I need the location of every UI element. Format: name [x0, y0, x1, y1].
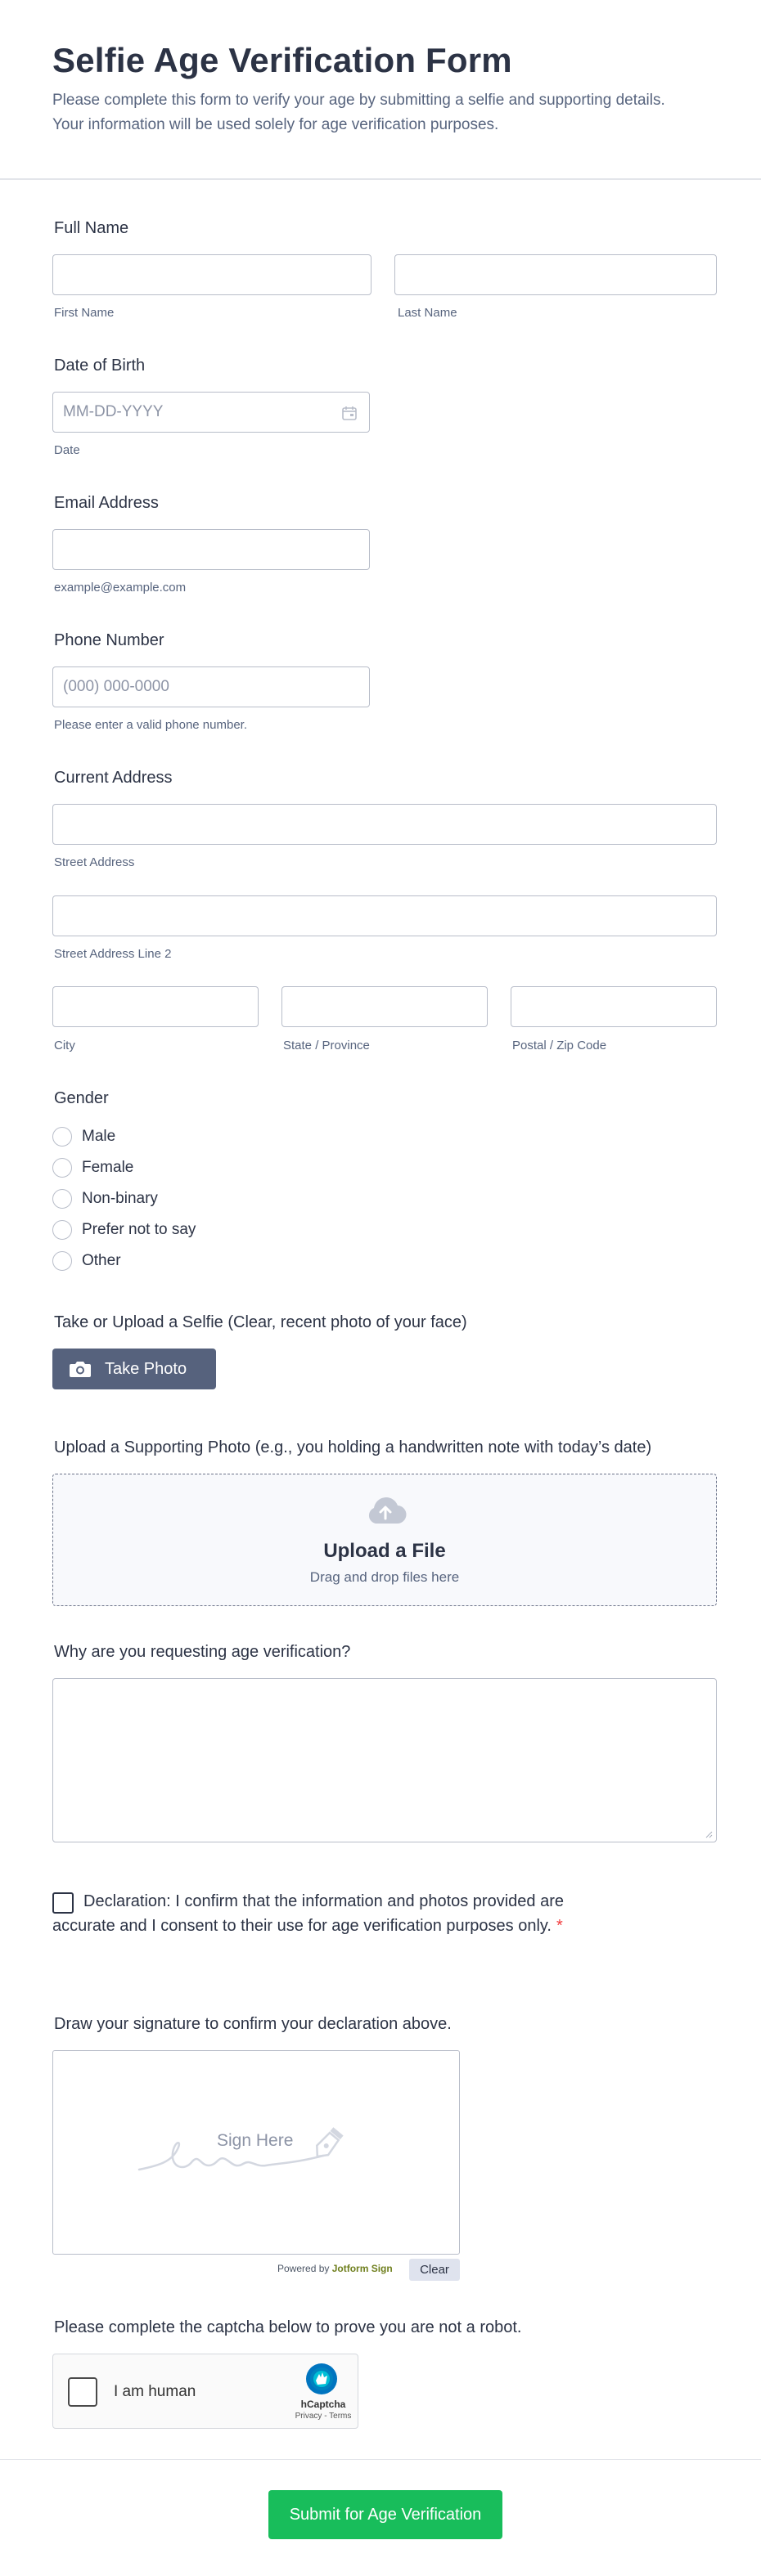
street-address-line2-sublabel: Street Address Line 2 [54, 947, 172, 961]
dob-sublabel: Date [54, 443, 80, 457]
sign-here-placeholder: Sign Here [217, 2131, 294, 2150]
take-photo-button[interactable]: Take Photo [52, 1349, 216, 1389]
resize-grip-icon[interactable] [705, 1830, 713, 1838]
phone-sublabel: Please enter a valid phone number. [54, 718, 247, 732]
captcha-widget: I am human hCaptcha Privacy - Terms [52, 2354, 358, 2429]
dob-input[interactable]: MM-DD-YYYY [52, 392, 370, 433]
street-address-input[interactable] [52, 804, 717, 845]
captcha-checkbox-label: I am human [114, 2383, 196, 2400]
cloud-upload-icon [368, 1497, 407, 1524]
phone-placeholder: (000) 000-0000 [63, 678, 169, 695]
powered-brand: Jotform Sign [331, 2263, 393, 2274]
radio-label: Prefer not to say [82, 1221, 196, 1238]
hcaptcha-logo-icon [306, 2363, 337, 2394]
radio-button[interactable] [52, 1158, 72, 1178]
declaration-label: Declaration: I confirm that the informat… [52, 1892, 564, 1935]
street-address-line2-input[interactable] [52, 895, 717, 936]
radio-label: Male [82, 1128, 116, 1145]
radio-button[interactable] [52, 1189, 72, 1209]
calendar-icon[interactable] [341, 405, 358, 421]
state-input[interactable] [281, 986, 488, 1027]
submit-button[interactable]: Submit for Age Verification [268, 2490, 502, 2539]
radio-label: Female [82, 1159, 134, 1176]
address-label: Current Address [54, 769, 173, 787]
signature-label: Draw your signature to confirm your decl… [54, 2015, 452, 2033]
file-upload-dropzone[interactable]: Upload a File Drag and drop files here [52, 1474, 717, 1606]
dob-placeholder: MM-DD-YYYY [63, 403, 164, 420]
full-name-label: Full Name [54, 219, 129, 237]
reason-label: Why are you requesting age verification? [54, 1643, 351, 1661]
radio-label: Non-binary [82, 1190, 158, 1207]
phone-label: Phone Number [54, 631, 164, 649]
gender-option-prefer-not[interactable]: Prefer not to say [52, 1218, 196, 1242]
state-sublabel: State / Province [283, 1039, 370, 1052]
upload-title: Upload a File [323, 1540, 446, 1562]
last-name-input[interactable] [394, 254, 717, 295]
phone-input[interactable]: (000) 000-0000 [52, 666, 370, 707]
camera-icon [70, 1362, 91, 1377]
radio-button[interactable] [52, 1251, 72, 1271]
gender-option-non-binary[interactable]: Non-binary [52, 1187, 158, 1211]
required-asterisk: * [556, 1917, 563, 1935]
signature-pad[interactable]: Sign Here [52, 2050, 460, 2255]
first-name-sublabel: First Name [54, 306, 115, 320]
dob-label: Date of Birth [54, 357, 146, 375]
captcha-brand: hCaptcha [300, 2399, 346, 2410]
street-address-sublabel: Street Address [54, 855, 135, 869]
page-title: Selfie Age Verification Form [52, 41, 512, 79]
take-photo-label: Take Photo [105, 1359, 187, 1378]
last-name-sublabel: Last Name [398, 306, 457, 320]
email-sublabel: example@example.com [54, 581, 187, 595]
email-label: Email Address [54, 494, 159, 512]
selfie-label: Take or Upload a Selfie (Clear, recent p… [54, 1313, 467, 1331]
supporting-photo-label: Upload a Supporting Photo (e.g., you hol… [54, 1438, 652, 1456]
captcha-checkbox[interactable] [68, 2377, 97, 2407]
city-input[interactable] [52, 986, 259, 1027]
first-name-input[interactable] [52, 254, 371, 295]
radio-button[interactable] [52, 1127, 72, 1147]
upload-subtitle: Drag and drop files here [309, 1569, 460, 1585]
city-sublabel: City [54, 1039, 75, 1052]
email-input[interactable] [52, 529, 370, 570]
radio-label: Other [82, 1252, 121, 1269]
gender-label: Gender [54, 1089, 109, 1107]
declaration-text: Declaration: I confirm that the informat… [52, 1889, 625, 1938]
gender-option-male[interactable]: Male [52, 1124, 115, 1149]
powered-prefix: Powered by [277, 2263, 330, 2274]
zip-sublabel: Postal / Zip Code [512, 1039, 607, 1052]
gender-option-other[interactable]: Other [52, 1249, 121, 1273]
radio-button[interactable] [52, 1220, 72, 1240]
captcha-links[interactable]: Privacy - Terms [290, 2412, 356, 2421]
clear-signature-button[interactable]: Clear [409, 2259, 460, 2281]
gender-option-female[interactable]: Female [52, 1156, 133, 1180]
form-header: Selfie Age Verification Form Please comp… [0, 0, 761, 180]
footer-divider [0, 2459, 761, 2460]
page-description: Please complete this form to verify your… [52, 92, 665, 133]
reason-textarea[interactable] [52, 1678, 717, 1842]
powered-by-text: Powered by Jotform Sign [277, 2263, 393, 2274]
zip-input[interactable] [511, 986, 717, 1027]
captcha-label: Please complete the captcha below to pro… [54, 2318, 522, 2336]
